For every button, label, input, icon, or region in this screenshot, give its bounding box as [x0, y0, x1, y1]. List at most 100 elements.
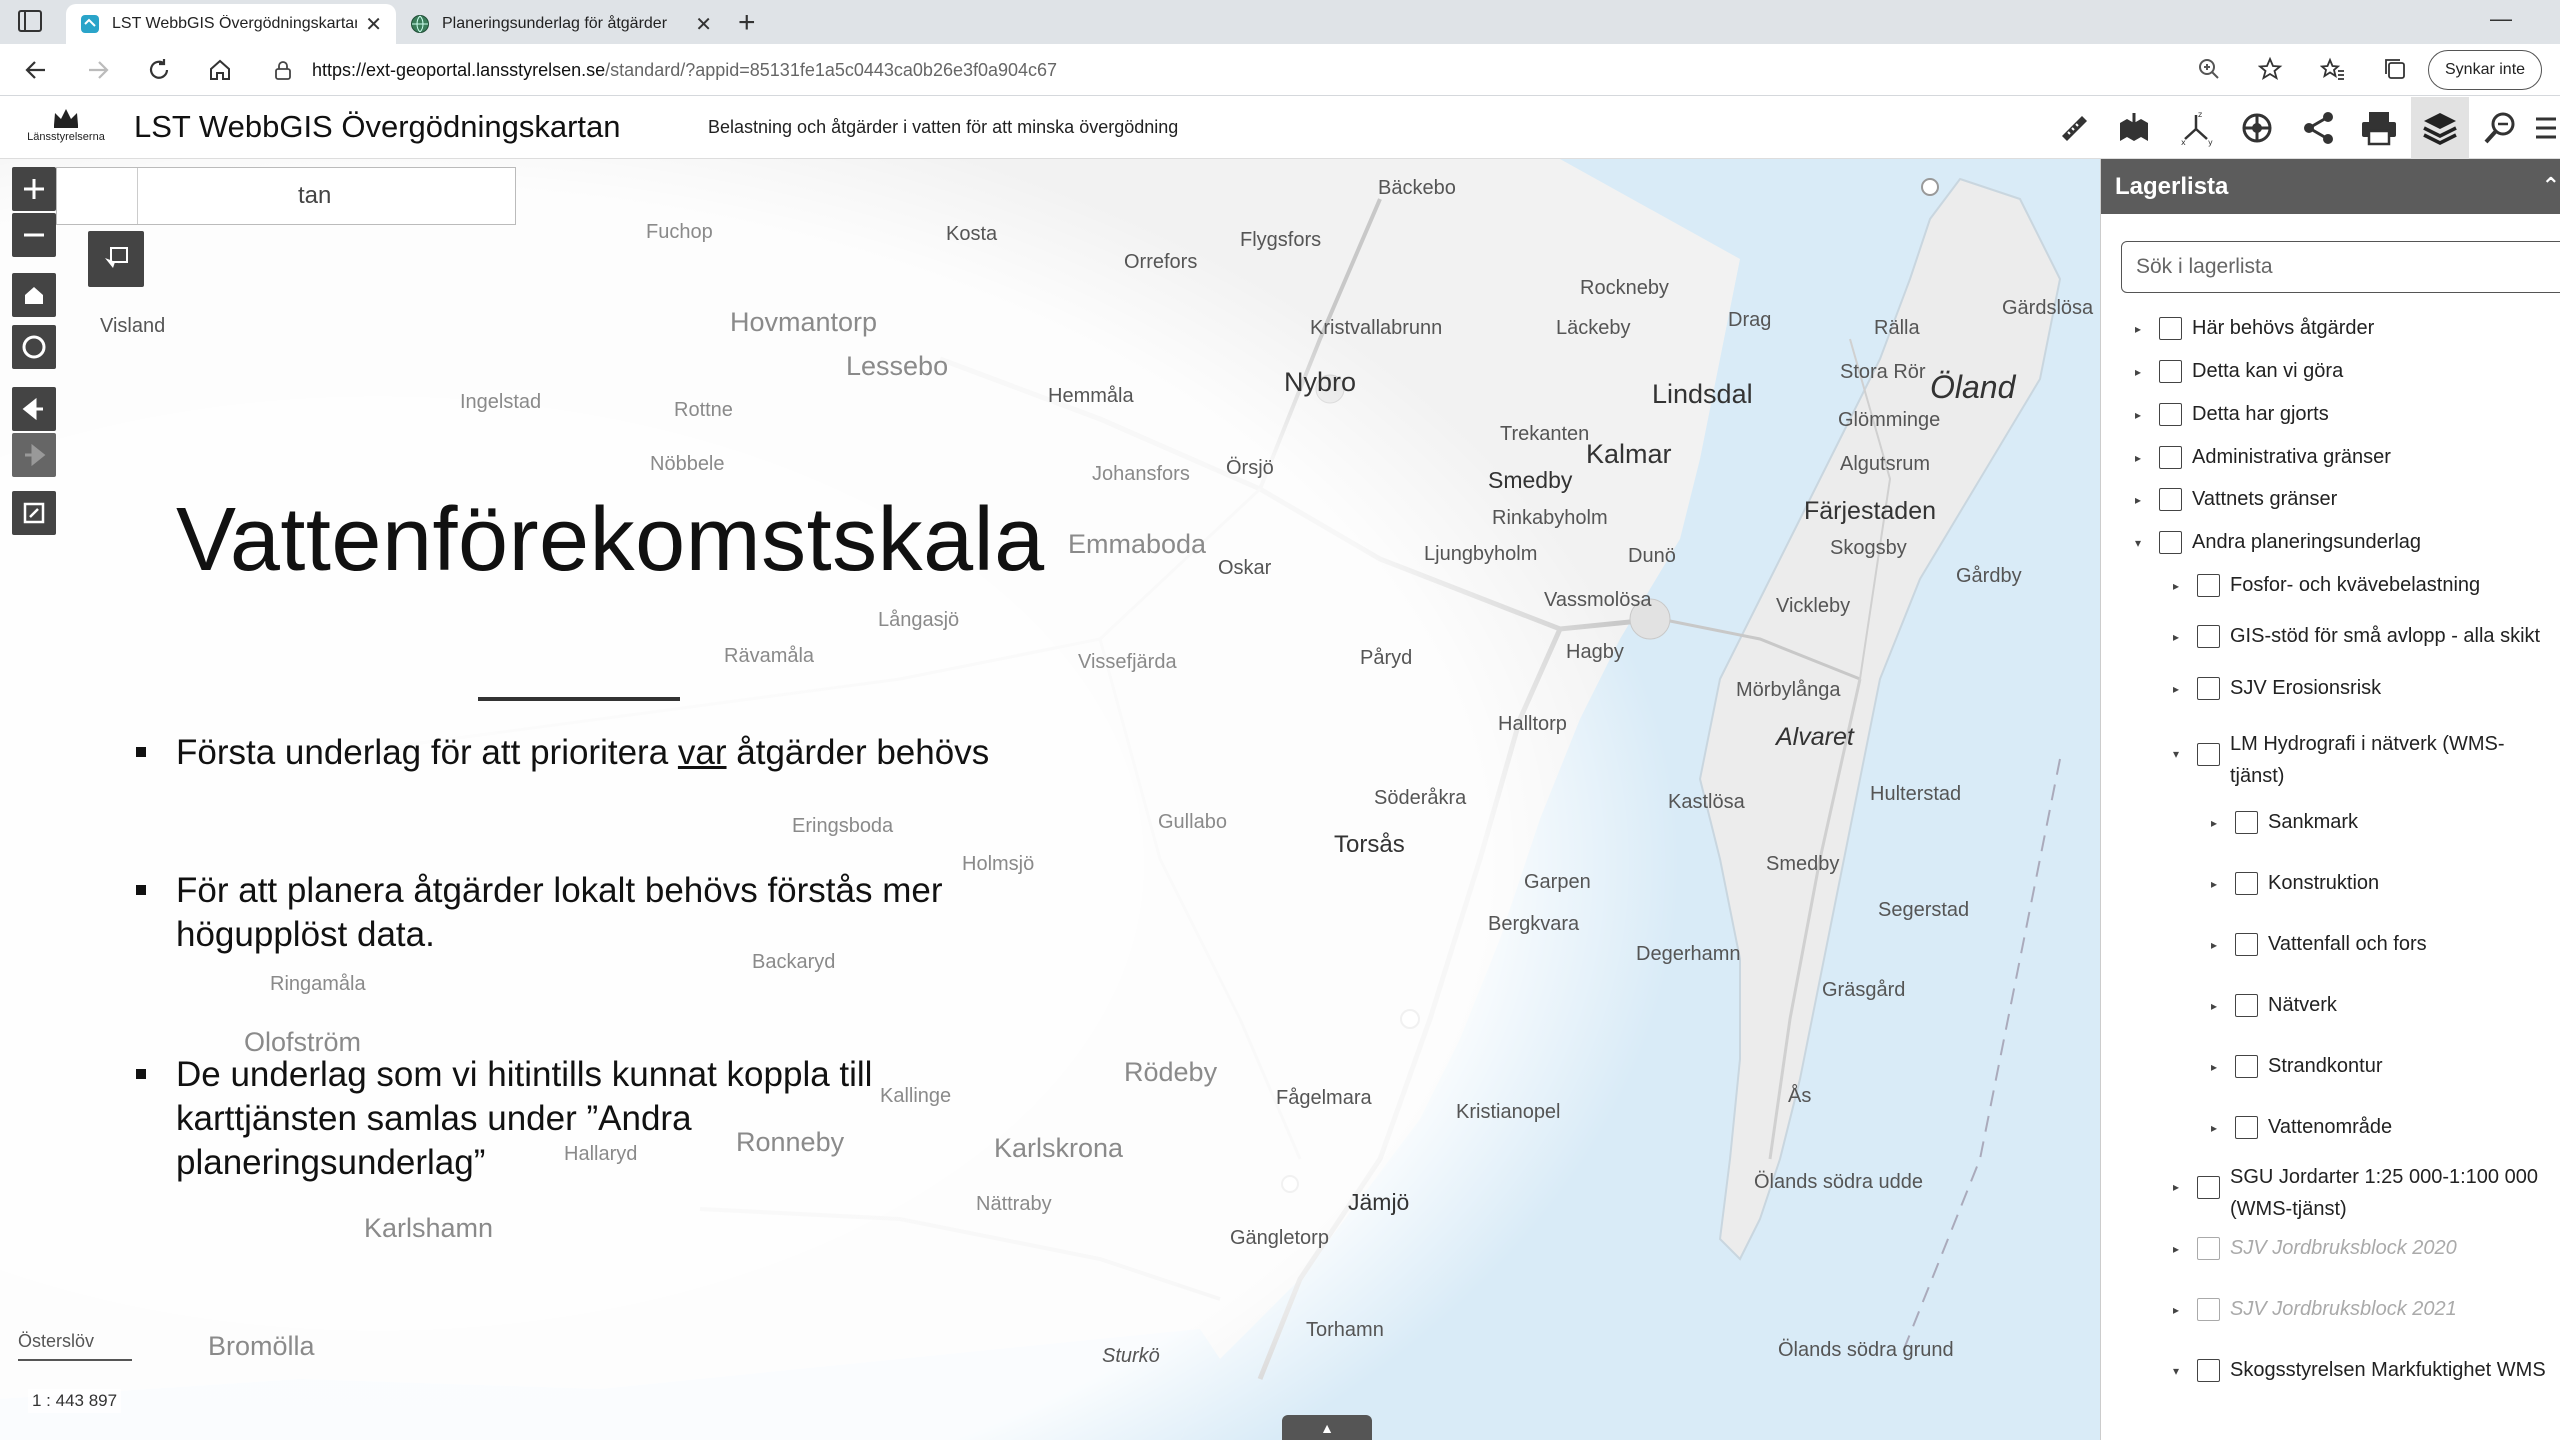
collapse-layer-icon[interactable]: ▾	[2173, 1364, 2189, 1378]
layers-icon[interactable]	[2411, 97, 2469, 159]
layer-item[interactable]: ▸ SJV Erosionsrisk	[2173, 677, 2381, 704]
layer-search-field[interactable]: Sök i lagerlista	[2121, 241, 2560, 293]
analysis-icon[interactable]	[2228, 97, 2286, 159]
layer-checkbox[interactable]	[2197, 574, 2220, 597]
expand-icon[interactable]: ▸	[2135, 493, 2151, 507]
next-extent-icon[interactable]	[12, 433, 56, 477]
expand-panel-button[interactable]: ▲	[1282, 1415, 1372, 1440]
layer-item[interactable]: ▸ Strandkontur	[2211, 1055, 2383, 1082]
layer-checkbox[interactable]	[2159, 403, 2182, 426]
layer-item[interactable]: ▸ SGU Jordarter 1:25 000-1:100 000 (WMS-tj…	[2173, 1166, 2538, 1225]
layer-checkbox[interactable]	[2197, 625, 2220, 648]
layer-checkbox[interactable]	[2235, 1116, 2258, 1139]
layer-item[interactable]: ▸ Här behövs åtgärder	[2135, 317, 2374, 344]
minimize-icon[interactable]: —	[2490, 6, 2512, 32]
print-icon[interactable]	[2350, 97, 2408, 159]
sync-button[interactable]: Synkar inte	[2428, 50, 2543, 90]
map-view[interactable]: Bäckebo Kosta Flygsfors Orrefors Fuchop …	[0, 159, 2100, 1440]
layer-item[interactable]: ▸ Detta kan vi göra	[2135, 360, 2343, 387]
my-location-icon[interactable]	[12, 325, 56, 369]
forward-icon[interactable]	[82, 54, 114, 86]
layer-checkbox[interactable]	[2197, 1359, 2220, 1382]
layer-checkbox[interactable]	[2235, 872, 2258, 895]
fullscreen-icon[interactable]	[12, 491, 56, 535]
home-icon[interactable]	[204, 54, 236, 86]
expand-icon[interactable]: ▸	[2173, 1180, 2189, 1194]
layer-item[interactable]: ▾ LM Hydrografi i nätverk (WMS-tjänst)	[2173, 733, 2505, 792]
layer-item[interactable]: ▸ SJV Jordbruksblock 2021	[2173, 1298, 2457, 1325]
expand-icon[interactable]: ▸	[2173, 682, 2189, 696]
collapse-layer-icon[interactable]: ▾	[2135, 536, 2151, 550]
home-extent-icon[interactable]	[12, 273, 56, 317]
layer-item[interactable]: ▸ Fosfor- och kvävebelastning	[2173, 574, 2480, 601]
layer-checkbox[interactable]	[2159, 317, 2182, 340]
layer-checkbox[interactable]	[2159, 446, 2182, 469]
layer-item[interactable]: ▸ Nätverk	[2211, 994, 2337, 1021]
list-icon[interactable]	[2528, 97, 2560, 159]
expand-icon[interactable]: ▸	[2135, 322, 2151, 336]
browser-tab-active[interactable]: LST WebbGIS Övergödningskartan ✕	[66, 4, 396, 44]
expand-icon[interactable]: ▸	[2211, 999, 2227, 1013]
expand-icon[interactable]: ▸	[2173, 630, 2189, 644]
reload-icon[interactable]	[143, 54, 175, 86]
expand-icon[interactable]: ▸	[2135, 365, 2151, 379]
back-icon[interactable]	[20, 54, 52, 86]
expand-icon[interactable]: ▸	[2135, 451, 2151, 465]
layer-checkbox[interactable]	[2235, 1055, 2258, 1078]
close-tab-icon[interactable]: ✕	[365, 12, 382, 37]
basemap-icon[interactable]	[2105, 97, 2163, 159]
layer-checkbox[interactable]	[2197, 1176, 2220, 1199]
layer-item[interactable]: ▾ Andra planeringsunderlag	[2135, 531, 2421, 558]
expand-icon[interactable]: ▸	[2211, 816, 2227, 830]
layer-item[interactable]: ▸ Vattenområde	[2211, 1116, 2392, 1143]
close-tab-icon[interactable]: ✕	[695, 12, 712, 37]
layer-checkbox[interactable]	[2197, 1237, 2220, 1260]
coordinate-icon[interactable]: x y z	[2167, 97, 2225, 159]
layer-item[interactable]: ▸ Sankmark	[2211, 811, 2358, 838]
layer-checkbox[interactable]	[2197, 1298, 2220, 1321]
layer-checkbox[interactable]	[2159, 360, 2182, 383]
layer-checkbox[interactable]	[2159, 488, 2182, 511]
map-search-field[interactable]: tan	[56, 167, 516, 225]
expand-icon[interactable]: ▸	[2173, 1303, 2189, 1317]
favorite-add-icon[interactable]	[2257, 56, 2284, 87]
layer-item[interactable]: ▸ Vattenfall och fors	[2211, 933, 2427, 960]
previous-extent-icon[interactable]	[12, 387, 56, 431]
layer-item[interactable]: ▾ Skogsstyrelsen Markfuktighet WMS	[2173, 1359, 2546, 1386]
layer-item[interactable]: ▸ Detta har gjorts	[2135, 403, 2329, 430]
collapse-icon[interactable]: ⌃	[2542, 173, 2560, 199]
expand-icon[interactable]: ▸	[2211, 938, 2227, 952]
expand-icon[interactable]: ▸	[2211, 1060, 2227, 1074]
collapse-layer-icon[interactable]: ▾	[2173, 747, 2189, 761]
zoom-search-icon[interactable]	[2471, 97, 2529, 159]
zoom-in-button[interactable]	[12, 167, 56, 211]
tab-actions-icon[interactable]	[18, 10, 42, 32]
layer-checkbox[interactable]	[2159, 531, 2182, 554]
expand-icon[interactable]: ▸	[2211, 877, 2227, 891]
browser-tab[interactable]: Planeringsunderlag för åtgärder ✕	[396, 4, 726, 44]
layer-checkbox[interactable]	[2235, 994, 2258, 1017]
layer-item[interactable]: ▸ Administrativa gränser	[2135, 446, 2391, 473]
layer-checkbox[interactable]	[2197, 677, 2220, 700]
new-tab-icon[interactable]: +	[738, 6, 756, 40]
zoom-icon[interactable]	[2196, 56, 2222, 87]
layer-item[interactable]: ▸ Vattnets gränser	[2135, 488, 2337, 515]
place-label: Kallinge	[880, 1085, 952, 1107]
share-icon[interactable]	[2290, 97, 2348, 159]
collections-icon[interactable]	[2382, 56, 2408, 87]
expand-icon[interactable]: ▸	[2211, 1121, 2227, 1135]
expand-icon[interactable]: ▸	[2173, 1242, 2189, 1256]
layer-item[interactable]: ▸ Konstruktion	[2211, 872, 2379, 899]
select-tool-icon[interactable]	[88, 231, 144, 287]
layer-item[interactable]: ▸ SJV Jordbruksblock 2020	[2173, 1237, 2457, 1264]
url-field[interactable]: https://ext-geoportal.lansstyrelsen.se/s…	[272, 52, 2262, 88]
layer-item[interactable]: ▸ GIS-stöd för små avlopp - alla skikt	[2173, 625, 2540, 652]
expand-icon[interactable]: ▸	[2135, 408, 2151, 422]
expand-icon[interactable]: ▸	[2173, 579, 2189, 593]
layer-checkbox[interactable]	[2197, 743, 2220, 766]
ruler-icon[interactable]	[2045, 97, 2103, 159]
layer-checkbox[interactable]	[2235, 933, 2258, 956]
layer-checkbox[interactable]	[2235, 811, 2258, 834]
favorites-icon[interactable]	[2319, 56, 2346, 87]
zoom-out-button[interactable]	[12, 213, 56, 257]
